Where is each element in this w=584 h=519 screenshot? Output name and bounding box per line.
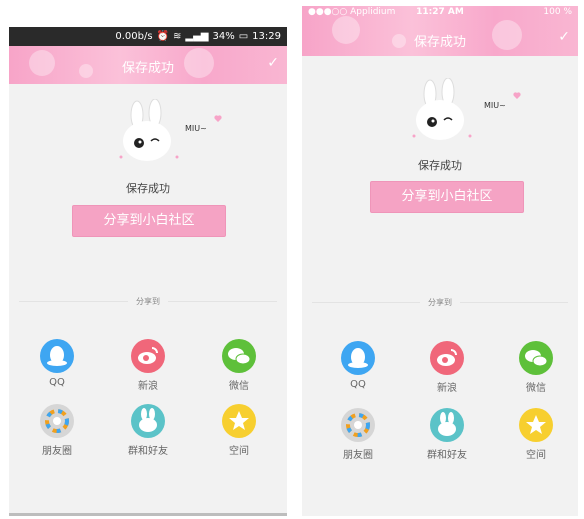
battery-level: 34% (212, 31, 235, 42)
android-screen: 0.00b/s ⏰ ≋ ▂▄▆ 34% ▭ 13:29 保存成功 ✓ MIU~ … (9, 27, 287, 516)
saved-message: 保存成功 (418, 159, 462, 172)
share-label: 微信 (229, 381, 249, 392)
page-title: 保存成功 (121, 61, 174, 76)
share-community-button[interactable]: 分享到小白社区 (72, 205, 226, 237)
share-sina[interactable]: 新浪 (412, 341, 482, 394)
header-bar: 保存成功 ✓ (9, 46, 287, 84)
share-wechat[interactable]: 微信 (204, 339, 274, 392)
signal-icon: ▂▄▆ (185, 31, 209, 42)
share-label: 新浪 (437, 383, 457, 394)
share-label: 群和好友 (427, 450, 467, 461)
share-label: 朋友圈 (42, 446, 72, 457)
battery-icon: ▭ (238, 31, 249, 42)
share-label: 空间 (229, 446, 249, 457)
share-qq[interactable]: QQ (22, 339, 92, 388)
moments-icon (40, 404, 74, 438)
network-speed: 0.00b/s (115, 31, 153, 42)
header-bar: ●●●○○ Applidium 11:27 AM 100 % 保存成功 ✓ (302, 6, 578, 56)
wechat-icon (519, 341, 553, 375)
star-icon (222, 404, 256, 438)
share-qzone[interactable]: 空间 (204, 404, 274, 457)
qq-icon (341, 341, 375, 375)
share-friends[interactable]: 群和好友 (412, 408, 482, 461)
share-label: QQ (49, 377, 65, 388)
rabbit-mascot: MIU~ (119, 99, 222, 161)
status-bar: 0.00b/s ⏰ ≋ ▂▄▆ 34% ▭ 13:29 (9, 27, 287, 46)
share-qzone[interactable]: 空间 (501, 408, 571, 461)
share-friends[interactable]: 群和好友 (113, 404, 183, 457)
clock: 13:29 (252, 31, 281, 42)
rabbit-icon (430, 408, 464, 442)
share-moments[interactable]: 朋友圈 (323, 408, 393, 461)
share-sina[interactable]: 新浪 (113, 339, 183, 392)
share-label: 朋友圈 (343, 450, 373, 461)
clock: 11:27 AM (416, 7, 464, 17)
wechat-icon (222, 339, 256, 373)
weibo-icon (430, 341, 464, 375)
share-label: 微信 (526, 383, 546, 394)
share-label: 新浪 (138, 381, 158, 392)
rabbit-mascot: MIU~ (412, 78, 521, 140)
share-community-button[interactable]: 分享到小白社区 (370, 181, 524, 213)
qq-icon (40, 339, 74, 373)
share-moments[interactable]: 朋友圈 (22, 404, 92, 457)
weibo-icon (131, 339, 165, 373)
ios-screen: ●●●○○ Applidium 11:27 AM 100 % 保存成功 ✓ MI… (302, 6, 578, 516)
share-label: QQ (350, 379, 366, 390)
rabbit-icon (131, 404, 165, 438)
share-label: 空间 (526, 450, 546, 461)
mascot-text: MIU~ (185, 124, 207, 133)
mascot-text: MIU~ (484, 101, 506, 110)
check-icon[interactable]: ✓ (558, 29, 570, 45)
status-bar: ●●●○○ Applidium 11:27 AM 100 % (302, 6, 578, 20)
moments-icon (341, 408, 375, 442)
saved-message: 保存成功 (126, 182, 170, 195)
battery-level: 100 % (543, 7, 572, 17)
share-label: 群和好友 (128, 446, 168, 457)
wifi-icon: ≋ (173, 31, 182, 42)
share-to-label: 分享到 (302, 297, 578, 308)
alarm-icon: ⏰ (156, 31, 170, 42)
share-to-label: 分享到 (9, 296, 287, 307)
share-wechat[interactable]: 微信 (501, 341, 571, 394)
page-title: 保存成功 (413, 35, 466, 50)
check-icon[interactable]: ✓ (267, 55, 279, 71)
star-icon (519, 408, 553, 442)
share-qq[interactable]: QQ (323, 341, 393, 390)
